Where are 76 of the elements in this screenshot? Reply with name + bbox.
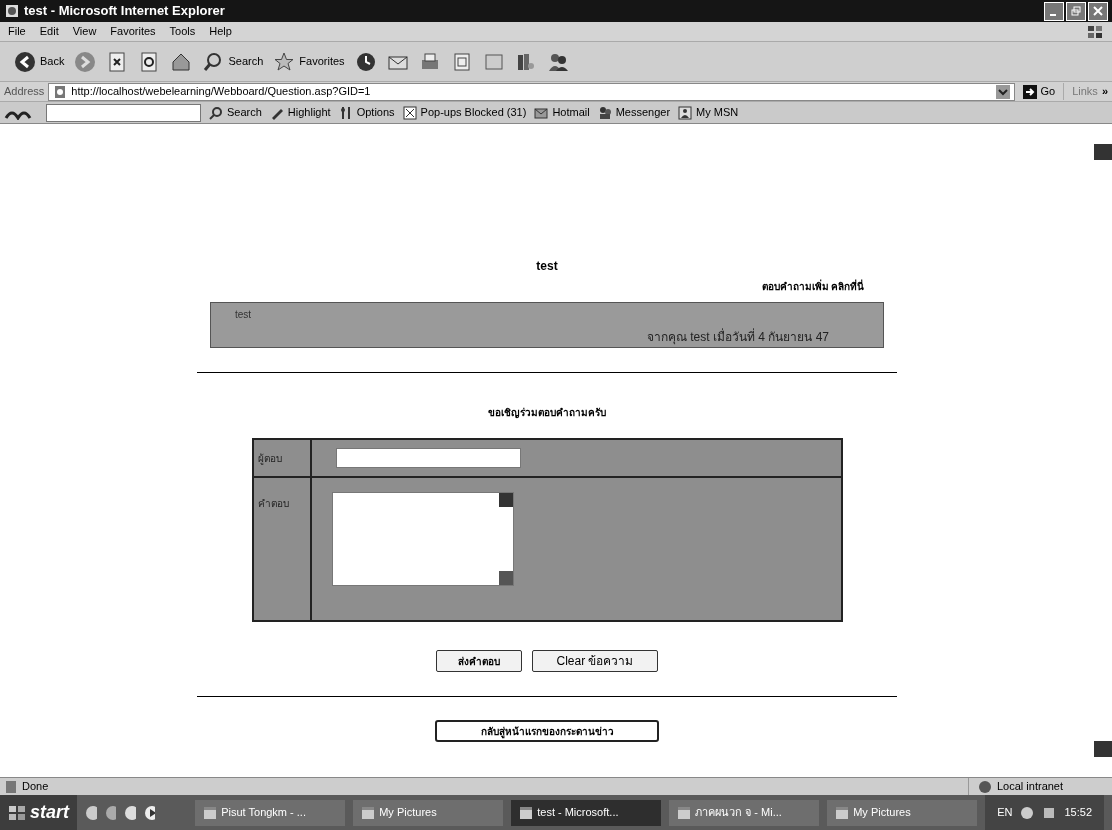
person-card-icon	[678, 105, 693, 120]
star-icon	[273, 50, 296, 73]
window-icon	[519, 805, 534, 820]
page-icon	[53, 84, 68, 99]
taskbar-button[interactable]: My Pictures	[353, 799, 504, 826]
tray-icon[interactable]	[1020, 805, 1035, 820]
dropdown-icon[interactable]	[995, 84, 1010, 99]
browser-icon	[4, 3, 20, 19]
submit-button[interactable]: ส่งคำตอบ	[436, 650, 522, 672]
search-icon	[209, 105, 223, 120]
question-meta: จากคุณ test เมื่อวันที่ 4 กันยายน 47	[646, 328, 829, 346]
window-icon	[203, 805, 218, 820]
minimize-button[interactable]	[1044, 1, 1064, 21]
start-button[interactable]: start	[0, 795, 77, 830]
taskbar-button[interactable]: ภาคผนวก จ - Mi...	[669, 799, 820, 826]
blocked-window-icon	[402, 105, 417, 120]
msn-search-field[interactable]	[46, 103, 201, 122]
globe-icon	[977, 779, 993, 794]
page-icon	[4, 779, 18, 794]
taskbar-button[interactable]: My Pictures	[827, 799, 978, 826]
window-icon	[677, 805, 692, 820]
scrollbar[interactable]	[498, 493, 513, 585]
reply-link[interactable]: ตอบคำถามเพิ่ม คลิกที่นี่	[761, 279, 865, 294]
language-indicator[interactable]: EN	[997, 804, 1013, 821]
go-button[interactable]: Go	[1018, 83, 1060, 100]
taskbar-button[interactable]: Pisut Tongkm - ...	[195, 799, 346, 826]
popups-button[interactable]: Pop-ups Blocked (31)	[402, 104, 527, 121]
clock: 15:52	[1064, 805, 1092, 821]
menu-item[interactable]: View	[72, 23, 97, 40]
zone-label: Local intranet	[997, 779, 1064, 795]
highlight-button[interactable]: Highlight	[269, 104, 331, 121]
quick-launch-icon[interactable]	[124, 804, 136, 821]
close-icon	[1093, 6, 1103, 16]
envelope-icon	[534, 105, 549, 120]
messenger-button[interactable]: Messenger	[597, 104, 671, 121]
field-label: ผู้ตอบ	[257, 451, 282, 466]
field-label: คำตอบ	[257, 498, 289, 509]
close-button[interactable]	[1088, 1, 1108, 21]
status-text: Done	[22, 779, 49, 795]
question-text: test	[235, 308, 253, 322]
address-field[interactable]: http://localhost/webelearning/Webboard/Question.asp?GID=1	[48, 82, 1015, 101]
options-button[interactable]: Options	[338, 104, 395, 121]
favorites-button[interactable]: Favorites	[271, 50, 347, 73]
address-label: Address	[4, 84, 45, 100]
taskbar-button[interactable]: test - Microsoft...	[511, 799, 662, 826]
people-icon	[597, 105, 612, 120]
back-to-board-button[interactable]: กลับสู่หน้าแรกของกระดานข่าว	[435, 720, 659, 742]
clear-button[interactable]: Clear ข้อความ	[532, 650, 658, 672]
window-icon	[835, 805, 850, 820]
menu-item[interactable]: Help	[209, 23, 232, 40]
menu-item[interactable]: Edit	[39, 23, 59, 40]
clock-icon	[354, 50, 377, 73]
menu-item[interactable]: Favorites	[110, 23, 156, 40]
minimize-icon	[1049, 13, 1056, 16]
arrow-icon	[1022, 84, 1037, 99]
answer-field[interactable]	[331, 492, 514, 586]
window-icon	[361, 805, 376, 820]
tools-icon	[338, 105, 353, 120]
invite-text: ขอเชิญร่วมตอบคำถามครับ	[488, 406, 606, 420]
page-heading: test	[536, 258, 558, 275]
window-title: test - Microsoft Internet Explorer	[24, 2, 225, 21]
menu-item[interactable]: Tools	[169, 23, 196, 40]
mymsn-button[interactable]: My MSN	[678, 104, 739, 121]
tray-icon[interactable]	[1042, 805, 1057, 820]
restore-icon	[1071, 6, 1081, 16]
back-button[interactable]: Back	[12, 50, 67, 73]
more-chevron[interactable]: »	[1101, 83, 1108, 100]
menu-item[interactable]: File	[8, 23, 26, 40]
quick-launch-icon[interactable]	[143, 804, 156, 821]
hotmail-button[interactable]: Hotmail	[534, 104, 590, 121]
search-button[interactable]: Search	[209, 104, 262, 121]
windows-flag-icon	[1086, 23, 1104, 40]
restore-button[interactable]	[1066, 1, 1086, 21]
windows-flag-icon	[8, 804, 26, 821]
name-field[interactable]	[335, 448, 521, 468]
search-button[interactable]: Search	[200, 50, 266, 73]
